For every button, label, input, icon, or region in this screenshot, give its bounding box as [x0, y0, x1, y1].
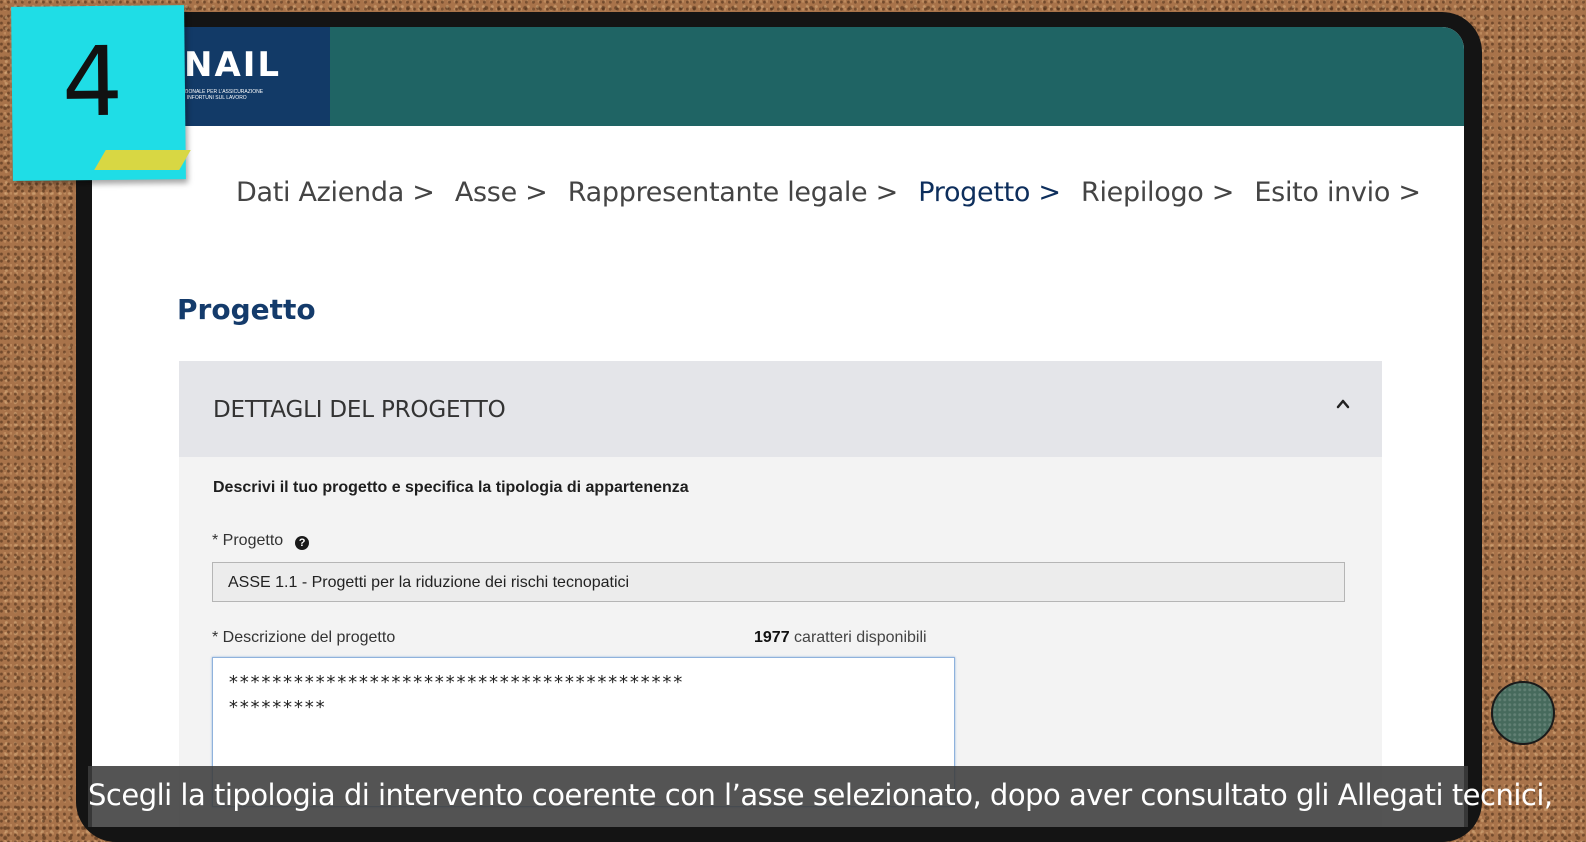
chevron-up-icon[interactable]	[1336, 397, 1350, 411]
breadcrumb-dati-azienda[interactable]: Dati Azienda >	[236, 177, 435, 208]
sticky-note-fold	[94, 150, 191, 170]
panel-header-dettagli[interactable]: DETTAGLI DEL PROGETTO	[179, 361, 1382, 457]
counter-text: caratteri disponibili	[794, 629, 927, 646]
progetto-label: * Progetto?	[212, 532, 310, 550]
breadcrumb-esito-invio[interactable]: Esito invio >	[1254, 177, 1421, 208]
logo-text: NAIL	[184, 45, 282, 85]
subtitle-bar: Scegli la tipologia di intervento coeren…	[88, 766, 1553, 827]
pushpin-icon	[1491, 681, 1555, 745]
character-counter: 1977 caratteri disponibili	[754, 629, 927, 647]
panel-intro-text: Descrivi il tuo progetto e specifica la …	[213, 479, 689, 496]
panel-title: DETTAGLI DEL PROGETTO	[213, 397, 506, 423]
subtitle-text: Scegli la tipologia di intervento coeren…	[88, 778, 1553, 812]
breadcrumb-riepilogo[interactable]: Riepilogo >	[1081, 177, 1234, 208]
progetto-select[interactable]: ASSE 1.1 - Progetti per la riduzione dei…	[212, 562, 1345, 602]
breadcrumb-asse[interactable]: Asse >	[455, 177, 548, 208]
descrizione-label: * Descrizione del progetto	[212, 629, 396, 646]
header-bar: NAIL ZIONALE PER L'ASSICURAZIONE I INFOR…	[92, 27, 1464, 126]
logo-subtitle: ZIONALE PER L'ASSICURAZIONE I INFORTUNI …	[184, 89, 264, 101]
help-icon[interactable]: ?	[295, 536, 310, 550]
step-number: 4	[61, 25, 124, 139]
breadcrumb-rappresentante-legale[interactable]: Rappresentante legale >	[568, 177, 898, 208]
breadcrumb-progetto[interactable]: Progetto >	[918, 177, 1061, 208]
counter-number: 1977	[754, 629, 790, 646]
breadcrumb: Dati Azienda > Asse > Rappresentante leg…	[236, 177, 1433, 208]
page-title: Progetto	[177, 293, 316, 326]
app-screen: NAIL ZIONALE PER L'ASSICURAZIONE I INFOR…	[92, 27, 1464, 827]
